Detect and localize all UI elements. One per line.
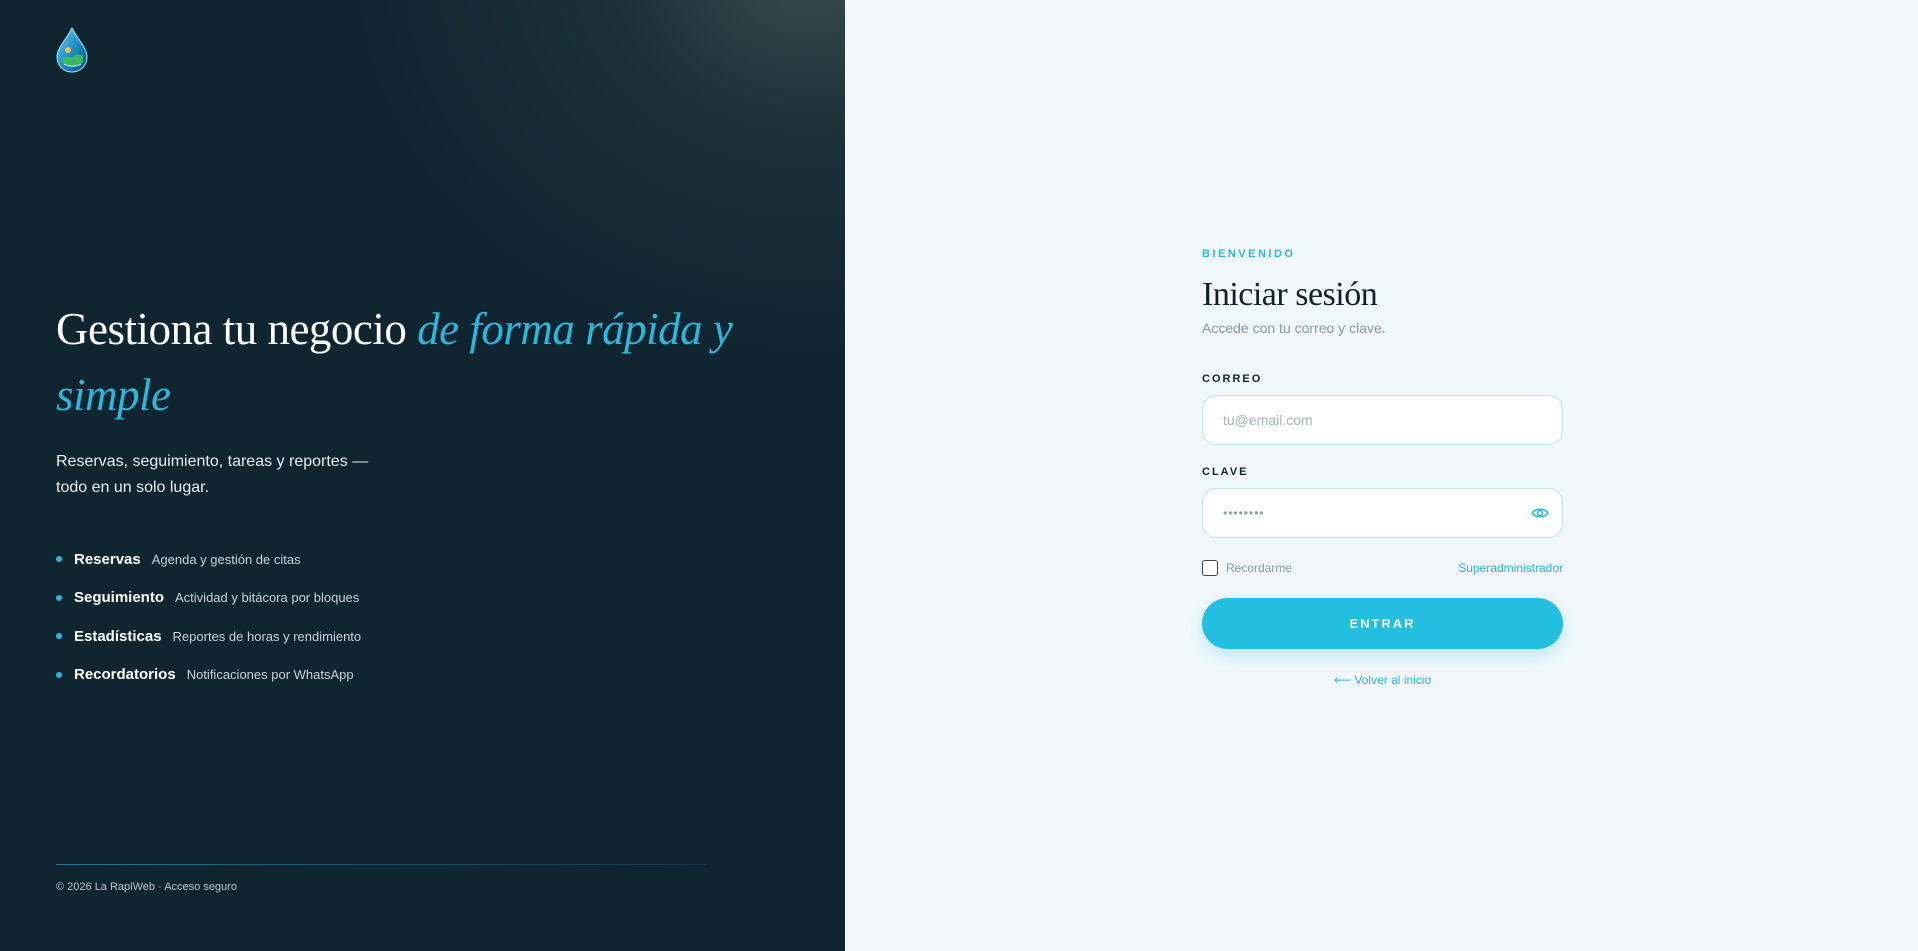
- back-home-link[interactable]: ⟵ Volver al inicio: [1334, 673, 1431, 687]
- water-drop-logo-icon[interactable]: [54, 26, 90, 74]
- footer-text: © 2026 La RapiWeb · Acceso seguro: [56, 881, 237, 893]
- login-subtitle: Accede con tu correo y clave.: [1202, 320, 1386, 336]
- email-field-wrap: [1202, 395, 1563, 445]
- feature-desc: Agenda y gestión de citas: [151, 551, 301, 567]
- feature-title: Recordatorios: [74, 666, 176, 684]
- feature-title: Seguimiento: [74, 589, 165, 607]
- feature-list: Reservas Agenda y gestión de citas Segui…: [56, 540, 361, 694]
- login-page: Gestiona tu negocio de forma rápida y si…: [0, 0, 1918, 951]
- feature-desc: Notificaciones por WhatsApp: [186, 667, 354, 683]
- feature-item: Seguimiento Actividad y bitácora por blo…: [56, 579, 361, 618]
- login-title: Iniciar sesión: [1202, 276, 1378, 313]
- welcome-eyebrow: BIENVENIDO: [1202, 248, 1296, 260]
- feature-title: Reservas: [74, 550, 141, 568]
- headline-plain: Gestiona tu negocio: [56, 304, 418, 354]
- feature-desc: Reportes de horas y rendimiento: [172, 628, 362, 644]
- login-form: BIENVENIDO Iniciar sesión Accede con tu …: [1202, 248, 1563, 687]
- remember-me[interactable]: Recordarme: [1202, 560, 1292, 576]
- email-label: CORREO: [1202, 373, 1263, 385]
- eye-icon[interactable]: [1531, 505, 1549, 521]
- password-field[interactable]: [1202, 488, 1563, 538]
- remember-label: Recordarme: [1226, 561, 1293, 575]
- hero-headline: Gestiona tu negocio de forma rápida y si…: [56, 296, 756, 428]
- hero-subtitle: Reservas, seguimiento, tareas y reportes…: [56, 453, 369, 496]
- login-panel: BIENVENIDO Iniciar sesión Accede con tu …: [845, 0, 1918, 951]
- footer-divider: [56, 864, 706, 865]
- feature-item: Recordatorios Notificaciones por WhatsAp…: [56, 656, 361, 695]
- email-field[interactable]: [1202, 395, 1563, 445]
- password-label: CLAVE: [1202, 466, 1249, 478]
- password-field-wrap: [1202, 488, 1563, 538]
- feature-title: Estadísticas: [74, 627, 162, 645]
- bullet-dot-icon: [56, 633, 62, 640]
- bullet-dot-icon: [56, 594, 62, 601]
- remember-checkbox[interactable]: [1202, 560, 1218, 576]
- bullet-dot-icon: [56, 556, 62, 563]
- feature-desc: Actividad y bitácora por bloques: [175, 590, 360, 606]
- form-options-row: Recordarme Superadministrador: [1202, 559, 1563, 577]
- login-submit-button[interactable]: ENTRAR: [1202, 598, 1563, 649]
- back-home-row: ⟵ Volver al inicio: [1202, 673, 1563, 687]
- feature-item: Estadísticas Reportes de horas y rendimi…: [56, 617, 361, 656]
- feature-item: Reservas Agenda y gestión de citas: [56, 540, 361, 579]
- bullet-dot-icon: [56, 671, 62, 678]
- superadmin-link[interactable]: Superadministrador: [1458, 561, 1563, 575]
- hero-panel: Gestiona tu negocio de forma rápida y si…: [0, 0, 845, 951]
